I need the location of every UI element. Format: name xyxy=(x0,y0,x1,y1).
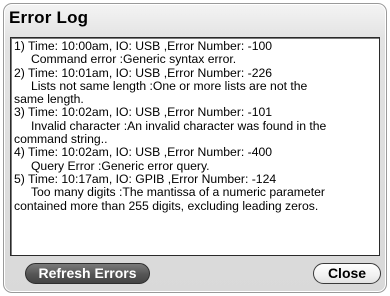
dialog-title: Error Log xyxy=(9,8,89,27)
close-button[interactable]: Close xyxy=(313,263,381,284)
error-log-textbox[interactable]: 1) Time: 10:00am, IO: USB ,Error Number:… xyxy=(10,37,380,256)
refresh-errors-button[interactable]: Refresh Errors xyxy=(25,263,150,284)
error-log-text: 1) Time: 10:00am, IO: USB ,Error Number:… xyxy=(14,39,327,213)
error-log-dialog: Error Log 1) Time: 10:00am, IO: USB ,Err… xyxy=(3,3,387,293)
